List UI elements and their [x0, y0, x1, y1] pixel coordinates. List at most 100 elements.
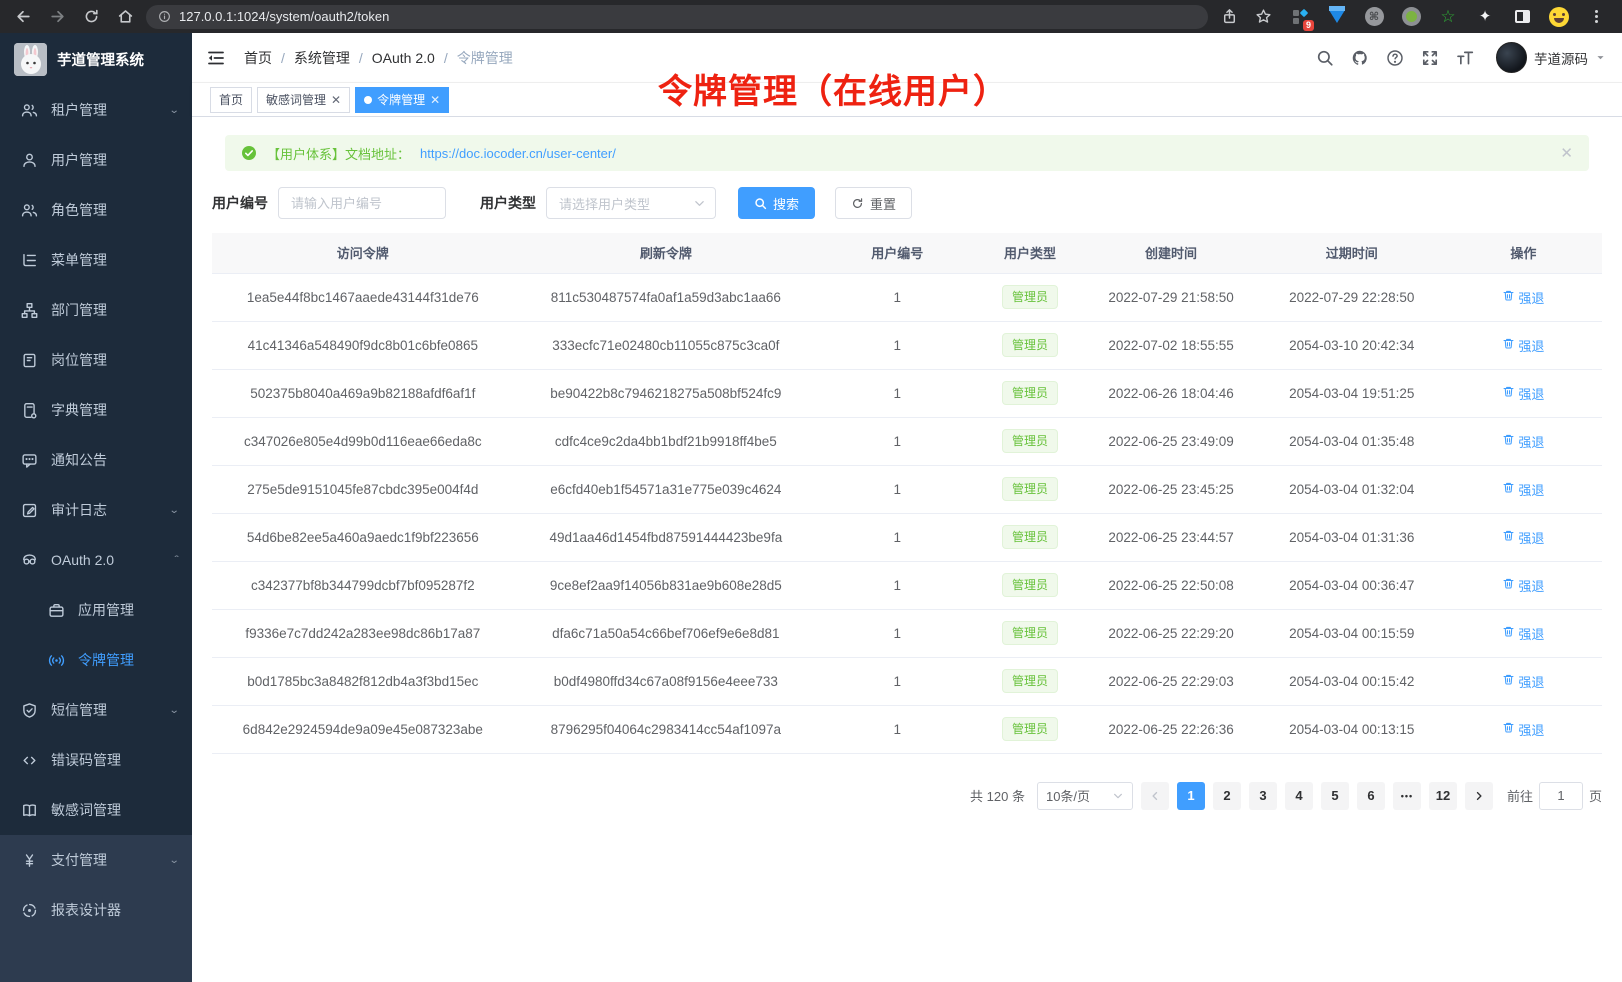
- close-icon[interactable]: ✕: [331, 93, 341, 107]
- trash-icon: [1502, 673, 1515, 689]
- search-button[interactable]: 搜索: [738, 187, 815, 219]
- bookmark-star-icon[interactable]: [1250, 4, 1276, 30]
- user-id-input[interactable]: [278, 187, 446, 219]
- refresh-token-cell: 811c530487574fa0af1a59d3abc1aa66: [514, 273, 818, 321]
- sidebar-item-应用管理[interactable]: 应用管理: [0, 585, 192, 635]
- page-button-1[interactable]: 1: [1177, 782, 1205, 810]
- notice-icon: [21, 452, 38, 469]
- sidebar-item-部门管理[interactable]: 部门管理: [0, 285, 192, 335]
- close-icon[interactable]: ✕: [430, 93, 440, 107]
- home-icon[interactable]: [112, 4, 138, 30]
- sidebar-item-审计日志[interactable]: 审计日志⌄: [0, 485, 192, 535]
- force-logout-button[interactable]: 强退: [1502, 480, 1544, 499]
- sidebar-item-支付管理[interactable]: 支付管理⌄: [0, 835, 192, 885]
- page-button-6[interactable]: 6: [1357, 782, 1385, 810]
- address-bar[interactable]: 127.0.0.1:1024/system/oauth2/token: [146, 5, 1208, 29]
- force-logout-button[interactable]: 强退: [1502, 672, 1544, 691]
- extension-command-icon[interactable]: ⌘: [1364, 7, 1384, 27]
- fold-sidebar-icon[interactable]: [206, 47, 228, 69]
- action-cell: 强退: [1445, 657, 1602, 705]
- force-logout-button[interactable]: 强退: [1502, 432, 1544, 451]
- sidebar-item-短信管理[interactable]: 短信管理⌄: [0, 685, 192, 735]
- expire-time-cell: 2054-03-04 01:35:48: [1259, 417, 1445, 465]
- tab-令牌管理[interactable]: 令牌管理✕: [355, 87, 449, 113]
- prev-page-button[interactable]: [1141, 782, 1169, 810]
- trash-icon: [1502, 721, 1515, 737]
- breadcrumb-item[interactable]: 系统管理: [294, 48, 350, 68]
- breadcrumb-item[interactable]: 令牌管理: [457, 48, 513, 68]
- page-button-5[interactable]: 5: [1321, 782, 1349, 810]
- force-logout-button[interactable]: 强退: [1502, 624, 1544, 643]
- force-logout-button[interactable]: 强退: [1502, 336, 1544, 355]
- browser-menu-icon[interactable]: [1586, 7, 1606, 27]
- refresh-token-cell: dfa6c71a50a54c66bef706ef9e6e8d81: [514, 609, 818, 657]
- page-button-3[interactable]: 3: [1249, 782, 1277, 810]
- sidebar-item-OAuth 2.0[interactable]: OAuth 2.0ˆ: [0, 535, 192, 585]
- reset-button[interactable]: 重置: [835, 187, 912, 219]
- tab-首页[interactable]: 首页: [210, 87, 252, 113]
- side-panel-icon[interactable]: [1512, 7, 1532, 27]
- sidebar-item-敏感词管理[interactable]: 敏感词管理: [0, 785, 192, 835]
- created-time-cell: 2022-06-25 22:26:36: [1084, 705, 1259, 753]
- sidebar-item-通知公告[interactable]: 通知公告: [0, 435, 192, 485]
- page-button-12[interactable]: 12: [1429, 782, 1457, 810]
- sidebar-item-报表设计器[interactable]: 报表设计器: [0, 885, 192, 935]
- user-id-cell: 1: [818, 705, 976, 753]
- expire-time-cell: 2022-07-29 22:28:50: [1259, 273, 1445, 321]
- sidebar-item-租户管理[interactable]: 租户管理⌄: [0, 85, 192, 135]
- tab-敏感词管理[interactable]: 敏感词管理✕: [257, 87, 350, 113]
- doc-link[interactable]: https://doc.iocoder.cn/user-center/: [420, 146, 616, 161]
- fullscreen-icon[interactable]: [1420, 48, 1440, 68]
- user-menu[interactable]: 芋道源码: [1496, 42, 1606, 73]
- sidebar-item-菜单管理[interactable]: 菜单管理: [0, 235, 192, 285]
- doc-alert: 【用户体系】文档地址： https://doc.iocoder.cn/user-…: [225, 135, 1589, 171]
- extension-spark-icon[interactable]: ✦: [1475, 7, 1495, 27]
- column-header: 过期时间: [1259, 233, 1445, 273]
- next-page-button[interactable]: [1465, 782, 1493, 810]
- forward-icon[interactable]: [44, 4, 70, 30]
- reload-icon[interactable]: [78, 4, 104, 30]
- sidebar-item-错误码管理[interactable]: 错误码管理: [0, 735, 192, 785]
- alert-close-icon[interactable]: ✕: [1560, 144, 1573, 162]
- user-type-tag: 管理员: [1002, 285, 1058, 310]
- page-size-select[interactable]: 10条/页: [1037, 782, 1133, 810]
- sidebar-item-岗位管理[interactable]: 岗位管理: [0, 335, 192, 385]
- search-icon[interactable]: [1315, 48, 1335, 68]
- force-logout-button[interactable]: 强退: [1502, 528, 1544, 547]
- sidebar-item-字典管理[interactable]: 字典管理: [0, 385, 192, 435]
- expire-time-cell: 2054-03-04 01:31:36: [1259, 513, 1445, 561]
- user-type-select[interactable]: 请选择用户类型: [546, 187, 716, 219]
- refresh-token-cell: 8796295f04064c2983414cc54af1097a: [514, 705, 818, 753]
- app-logo[interactable]: 芋道管理系统: [0, 33, 192, 85]
- extension-grid-icon[interactable]: 9: [1290, 7, 1310, 27]
- extension-gem-icon[interactable]: [1327, 7, 1347, 27]
- share-icon[interactable]: [1216, 4, 1242, 30]
- profile-avatar-icon[interactable]: [1549, 7, 1569, 27]
- sidebar-item-用户管理[interactable]: 用户管理: [0, 135, 192, 185]
- force-logout-button[interactable]: 强退: [1502, 384, 1544, 403]
- font-size-icon[interactable]: [1455, 48, 1475, 68]
- extension-star-icon[interactable]: ☆: [1438, 7, 1458, 27]
- breadcrumb-item[interactable]: OAuth 2.0: [372, 50, 435, 66]
- user-type-tag: 管理员: [1002, 573, 1058, 598]
- help-icon[interactable]: [1385, 48, 1405, 68]
- goto-page-input[interactable]: [1539, 782, 1583, 810]
- force-logout-button[interactable]: 强退: [1502, 720, 1544, 739]
- extension-record-icon[interactable]: [1401, 7, 1421, 27]
- force-logout-button[interactable]: 强退: [1502, 288, 1544, 307]
- page-ellipsis-button[interactable]: •••: [1393, 782, 1421, 810]
- expire-time-cell: 2054-03-04 00:15:59: [1259, 609, 1445, 657]
- sidebar-item-角色管理[interactable]: 角色管理: [0, 185, 192, 235]
- breadcrumb: 首页/系统管理/OAuth 2.0/令牌管理: [244, 48, 513, 68]
- github-icon[interactable]: [1350, 48, 1370, 68]
- user-id-cell: 1: [818, 657, 976, 705]
- back-icon[interactable]: [10, 4, 36, 30]
- created-time-cell: 2022-06-25 22:29:20: [1084, 609, 1259, 657]
- sidebar-item-令牌管理[interactable]: 令牌管理: [0, 635, 192, 685]
- column-header: 刷新令牌: [514, 233, 818, 273]
- force-logout-button[interactable]: 强退: [1502, 576, 1544, 595]
- page-button-2[interactable]: 2: [1213, 782, 1241, 810]
- page-button-4[interactable]: 4: [1285, 782, 1313, 810]
- breadcrumb-item[interactable]: 首页: [244, 48, 272, 68]
- access-token-cell: b0d1785bc3a8482f812db4a3f3bd15ec: [212, 657, 514, 705]
